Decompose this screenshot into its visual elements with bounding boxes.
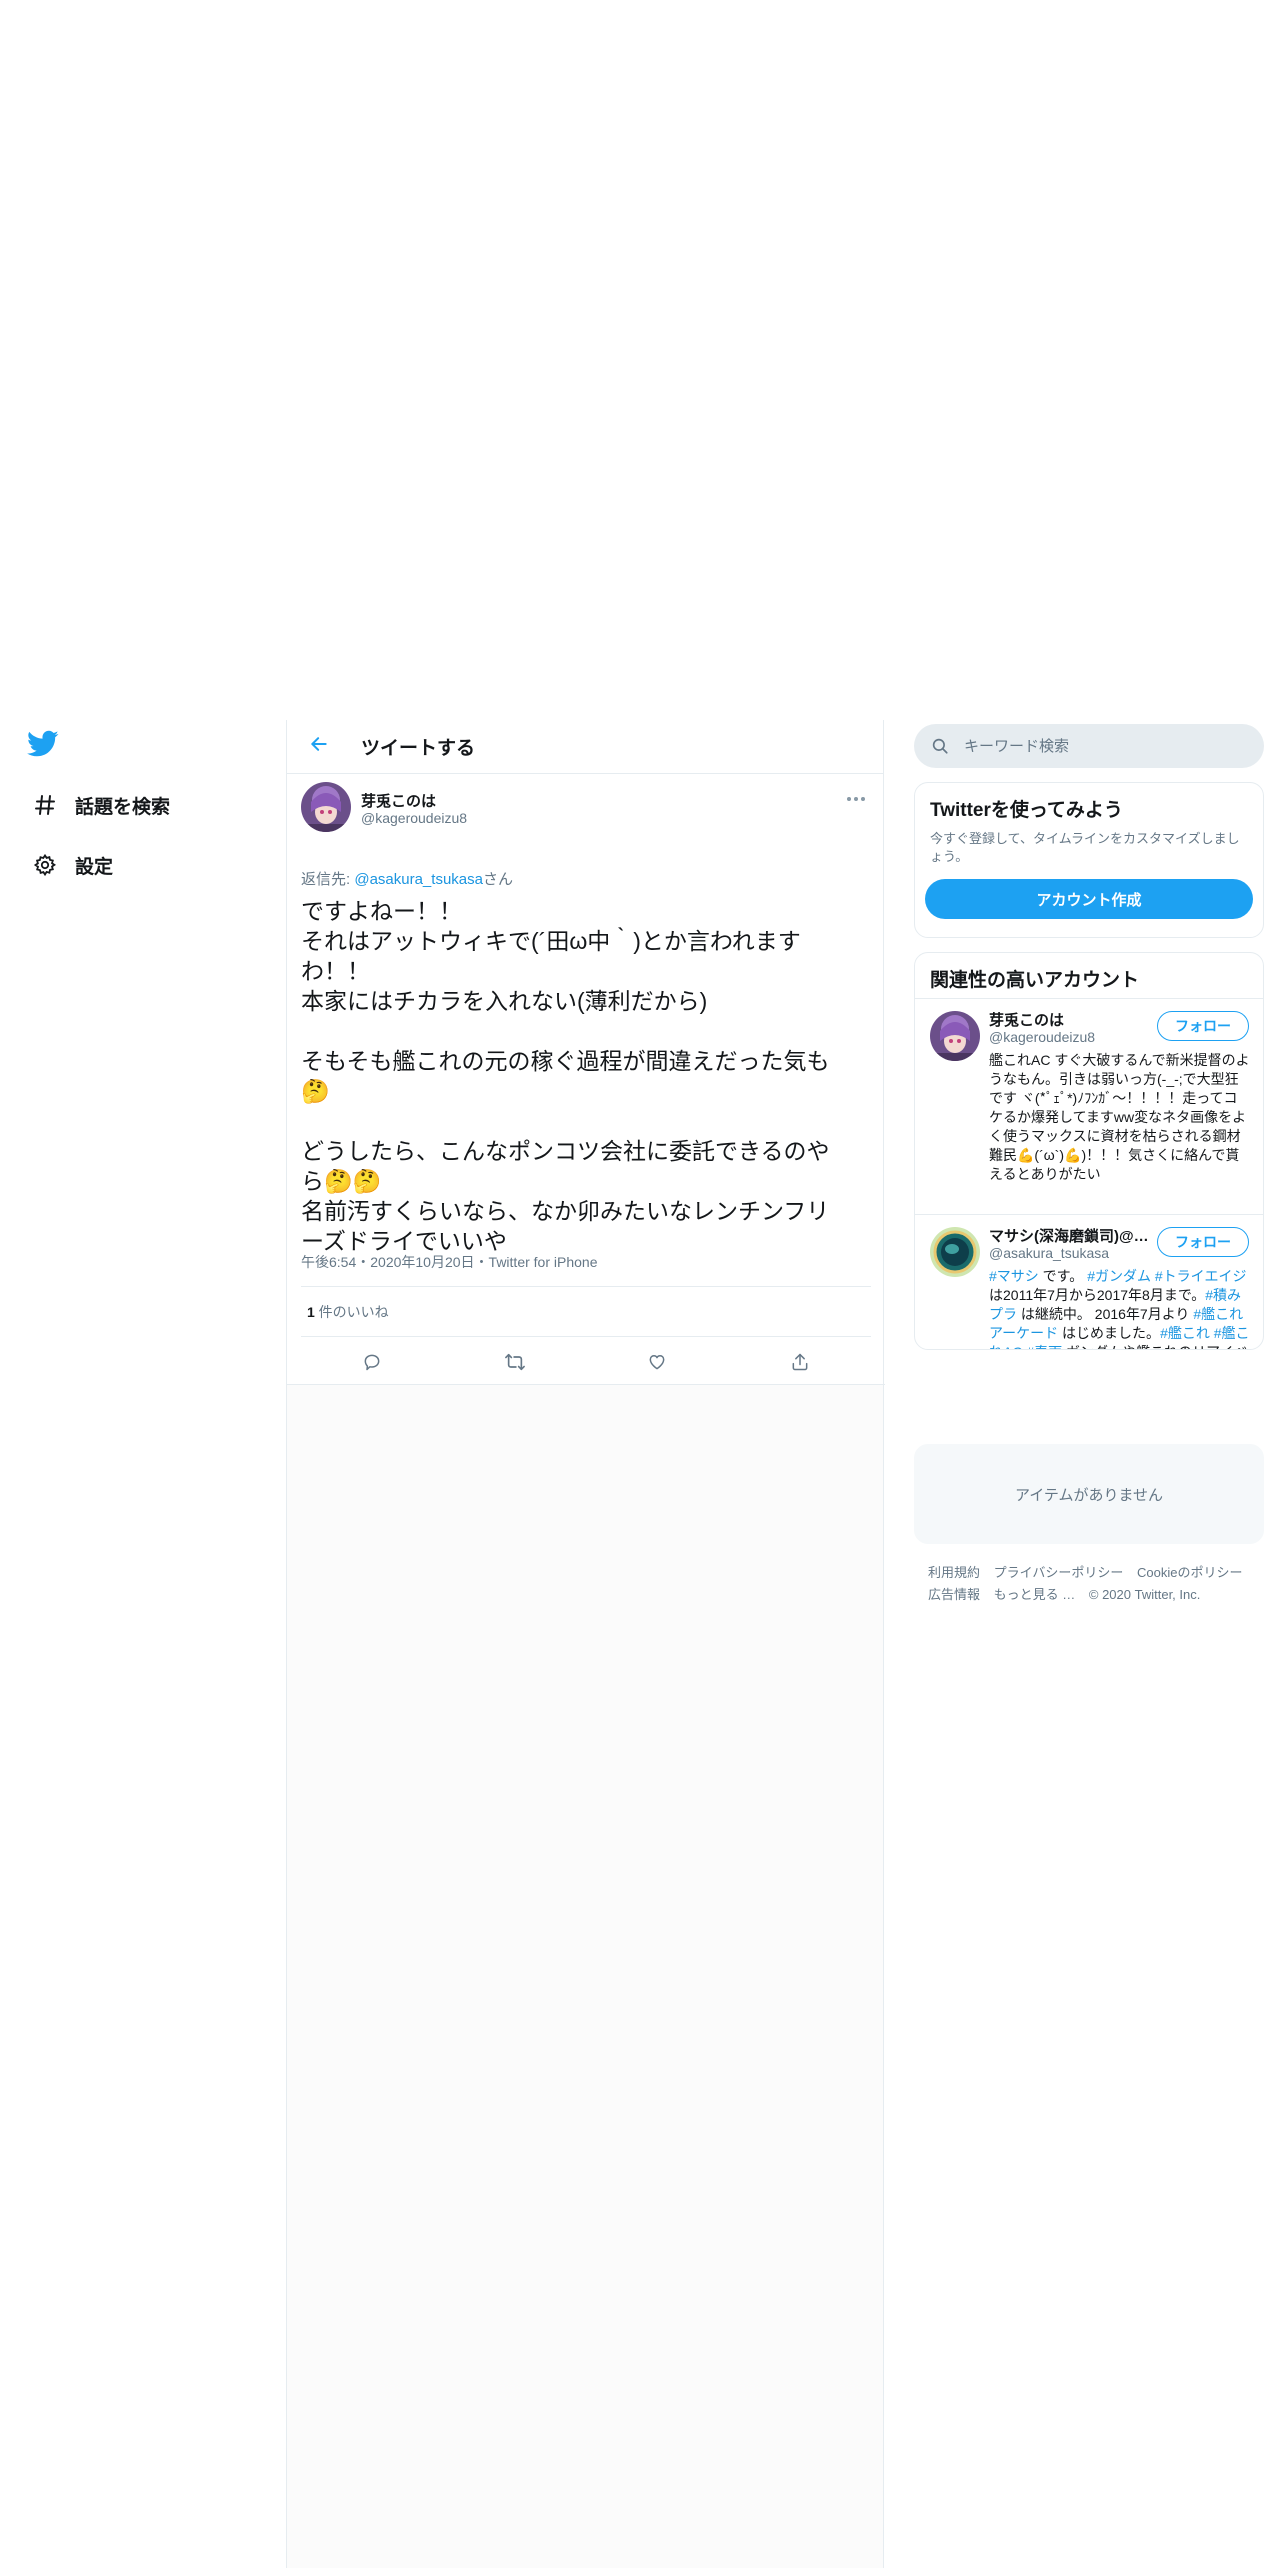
reply-to-line: 返信先: @asakura_tsukasaさん xyxy=(301,868,513,889)
empty-message: アイテムがありません xyxy=(1014,1486,1164,1504)
footer-link-ads[interactable]: 広告情報 xyxy=(928,1587,980,1602)
reply-handle-link[interactable]: @asakura_tsukasa xyxy=(354,871,483,888)
author-handle[interactable]: @kageroudeizu8 xyxy=(361,810,467,826)
follow-button[interactable]: フォロー xyxy=(1157,1011,1249,1041)
avatar[interactable] xyxy=(930,1227,980,1277)
more-dots-icon xyxy=(846,789,866,807)
footer-link-terms[interactable]: 利用規約 xyxy=(928,1565,980,1580)
search-input[interactable] xyxy=(964,737,1244,755)
footer: 利用規約 プライバシーポリシー Cookieのポリシー 広告情報 もっと見る …… xyxy=(928,1562,1258,1606)
reply-suffix: さん xyxy=(482,871,513,888)
hashtag-link[interactable]: #ガンダム xyxy=(1087,1268,1151,1284)
nav-item-label: 話題を検索 xyxy=(75,796,171,818)
divider xyxy=(287,1384,885,1385)
more-options-button[interactable] xyxy=(841,788,871,808)
hashtag-link[interactable]: #トライエイジ xyxy=(1155,1268,1247,1284)
share-icon xyxy=(790,1352,810,1377)
likes-number: 1 xyxy=(307,1304,315,1320)
avatar[interactable] xyxy=(301,782,351,832)
footer-link-more[interactable]: もっと見る … xyxy=(994,1587,1076,1602)
account-name[interactable]: マサシ(深海磨鎖司)@… xyxy=(989,1225,1149,1246)
author-name[interactable]: 芽兎このは xyxy=(361,790,436,811)
empty-timeline-area xyxy=(286,1385,884,2568)
related-title: 関連性の高いアカウント xyxy=(930,970,1140,991)
reply-prefix: 返信先: xyxy=(301,871,355,888)
bio-text: はじめました。 xyxy=(1058,1325,1161,1341)
hashtag-link[interactable]: #春雨 xyxy=(1026,1344,1062,1349)
related-header: 関連性の高いアカウント xyxy=(915,953,1263,999)
bio-text: は2011年7月から2017年8月まで。 xyxy=(989,1287,1206,1303)
gear-icon xyxy=(30,850,60,880)
reply-button[interactable] xyxy=(352,1344,392,1384)
account-item[interactable]: マサシ(深海磨鎖司)@… @asakura_tsukasa フォロー #マサシ … xyxy=(915,1215,1263,1349)
nav-item-label: 設定 xyxy=(75,856,114,878)
search-icon xyxy=(930,736,950,756)
account-bio: #マサシ です。 #ガンダム #トライエイジ は2011年7月から2017年8月… xyxy=(989,1267,1251,1349)
avatar[interactable] xyxy=(930,1011,980,1061)
hashtag-link[interactable]: #マサシ xyxy=(989,1268,1039,1284)
bio-text: です。 xyxy=(1038,1268,1088,1284)
footer-copyright: © 2020 Twitter, Inc. xyxy=(1088,1587,1201,1602)
account-handle: @kageroudeizu8 xyxy=(989,1029,1096,1045)
signup-subtitle: 今すぐ登録して、タイムラインをカスタマイズしましょう。 xyxy=(930,831,1240,864)
tweet-timestamp[interactable]: 午後6:54・2020年10月20日・Twitter for iPhone xyxy=(301,1252,597,1272)
nav-item-explore[interactable]: 話題を検索 xyxy=(30,785,170,825)
heart-icon xyxy=(647,1352,667,1377)
likes-count[interactable]: 1 件のいいね xyxy=(307,1302,389,1322)
page-title: ツイートする xyxy=(361,738,476,759)
follow-button[interactable]: フォロー xyxy=(1157,1227,1249,1257)
footer-link-cookies[interactable]: Cookieのポリシー xyxy=(1137,1565,1242,1580)
footer-link-privacy[interactable]: プライバシーポリシー xyxy=(994,1565,1124,1580)
account-bio: 艦これAC すぐ大破するんで新米提督のようなもん。引きは弱いっ方(-_-;で大型… xyxy=(989,1052,1250,1182)
signup-card: Twitterを使ってみよう 今すぐ登録して、タイムラインをカスタマイズしましょ… xyxy=(914,782,1264,938)
account-item[interactable]: 芽兎このは @kageroudeizu8 フォロー 艦これAC すぐ大破するんで… xyxy=(915,999,1263,1215)
divider xyxy=(301,1286,871,1287)
create-account-button[interactable]: アカウント作成 xyxy=(925,879,1253,919)
header-bar: ツイートする xyxy=(287,720,883,774)
bio-text: は継続中。 2016年7月より xyxy=(1017,1306,1194,1322)
account-name[interactable]: 芽兎このは xyxy=(989,1009,1149,1030)
likes-label: 件のいいね xyxy=(314,1304,389,1320)
twitter-bird-icon[interactable] xyxy=(27,730,63,764)
main-column: ツイートする 芽兎このは @kageroudeizu8 返信先: @asakur… xyxy=(286,720,885,1385)
tweet-actions xyxy=(301,1344,871,1384)
reply-icon xyxy=(362,1352,382,1377)
related-accounts-card: 関連性の高いアカウント 芽兎このは @kageroudeizu8 フォロー 艦こ… xyxy=(914,952,1264,1350)
hashtag-icon xyxy=(30,790,60,820)
arrow-left-icon xyxy=(309,734,329,759)
hashtag-link[interactable]: #艦これ xyxy=(1160,1325,1210,1341)
account-handle: @asakura_tsukasa xyxy=(989,1245,1110,1261)
retweet-icon xyxy=(504,1352,526,1377)
like-button[interactable] xyxy=(637,1344,677,1384)
divider xyxy=(301,1336,871,1337)
retweet-button[interactable] xyxy=(495,1344,535,1384)
back-button[interactable] xyxy=(299,727,339,767)
share-button[interactable] xyxy=(780,1344,820,1384)
search-box[interactable] xyxy=(914,724,1264,768)
trends-empty-card: アイテムがありません xyxy=(914,1444,1264,1544)
tweet-text: ですよねー！！ それはアットウィキで(´田ω中｀)とか言われます わ！！ 本家に… xyxy=(301,898,830,1254)
nav-item-settings[interactable]: 設定 xyxy=(30,845,113,885)
signup-title: Twitterを使ってみよう xyxy=(930,800,1123,821)
